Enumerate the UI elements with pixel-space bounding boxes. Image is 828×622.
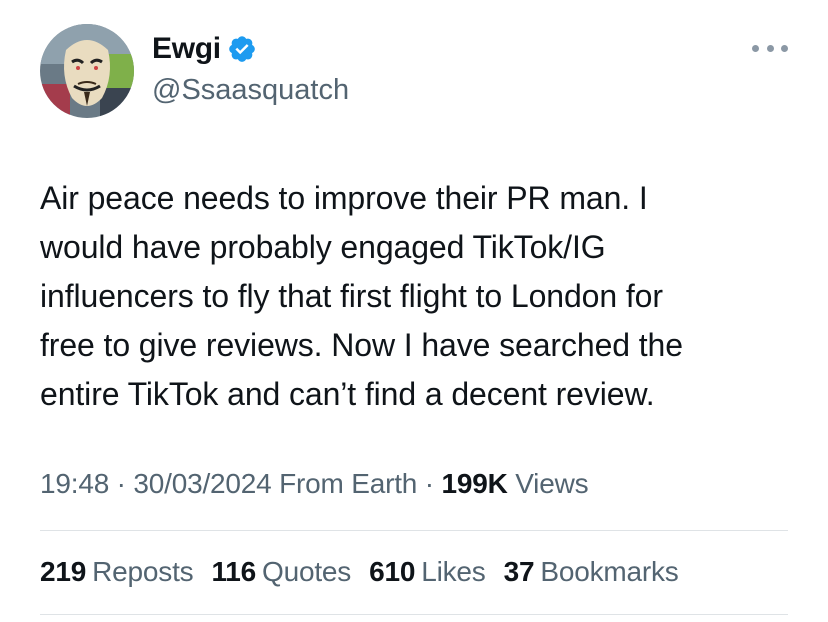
bookmarks-stat[interactable]: 37 Bookmarks [504,556,679,588]
reposts-label: Reposts [92,556,194,587]
avatar[interactable] [40,24,134,118]
views-count[interactable]: 199K [441,468,507,499]
separator: · [424,468,434,499]
tweet-text: Air peace needs to improve their PR man.… [40,174,800,419]
more-dots-icon [752,44,759,52]
bookmarks-count: 37 [503,556,535,587]
tweet-time[interactable]: 19:48 [40,468,109,499]
engagement-stats: 219 Reposts 116 Quotes 610 Likes 37 Bookmark… [40,556,697,588]
tweet-line: free to give reviews. Now I have searche… [40,327,683,363]
tweet-meta: 19:48 · 30/03/2024 From Earth · 199K Vie… [40,468,589,500]
quotes-stat[interactable]: 116 Quotes [211,556,351,588]
quotes-label: Quotes [262,556,352,587]
likes-count: 610 [369,556,416,587]
tweet-line: entire TikTok and can’t find a decent re… [40,376,655,412]
reposts-stat[interactable]: 219 Reposts [40,556,194,588]
views-label[interactable]: Views [515,468,588,499]
author-handle[interactable]: @Ssaasquatch [152,74,349,107]
more-options-button[interactable] [752,40,788,56]
likes-stat[interactable]: 610 Likes [369,556,486,588]
divider [40,530,788,531]
tweet-source: From Earth [279,468,418,499]
reposts-count: 219 [40,556,87,587]
quotes-count: 116 [211,556,257,587]
author-display-name[interactable]: Ewgi [152,32,221,66]
separator: · [116,468,126,499]
divider [40,614,788,615]
tweet-line: would have probably engaged TikTok/IG [40,229,606,265]
tweet-line: influencers to fly that first flight to … [40,278,663,314]
tweet-line: Air peace needs to improve their PR man.… [40,180,648,216]
likes-label: Likes [421,556,486,587]
tweet-date[interactable]: 30/03/2024 [133,468,271,499]
bookmarks-label: Bookmarks [540,556,679,587]
guy-fawkes-mask-avatar-icon [40,24,134,118]
verified-badge-icon [229,36,255,62]
